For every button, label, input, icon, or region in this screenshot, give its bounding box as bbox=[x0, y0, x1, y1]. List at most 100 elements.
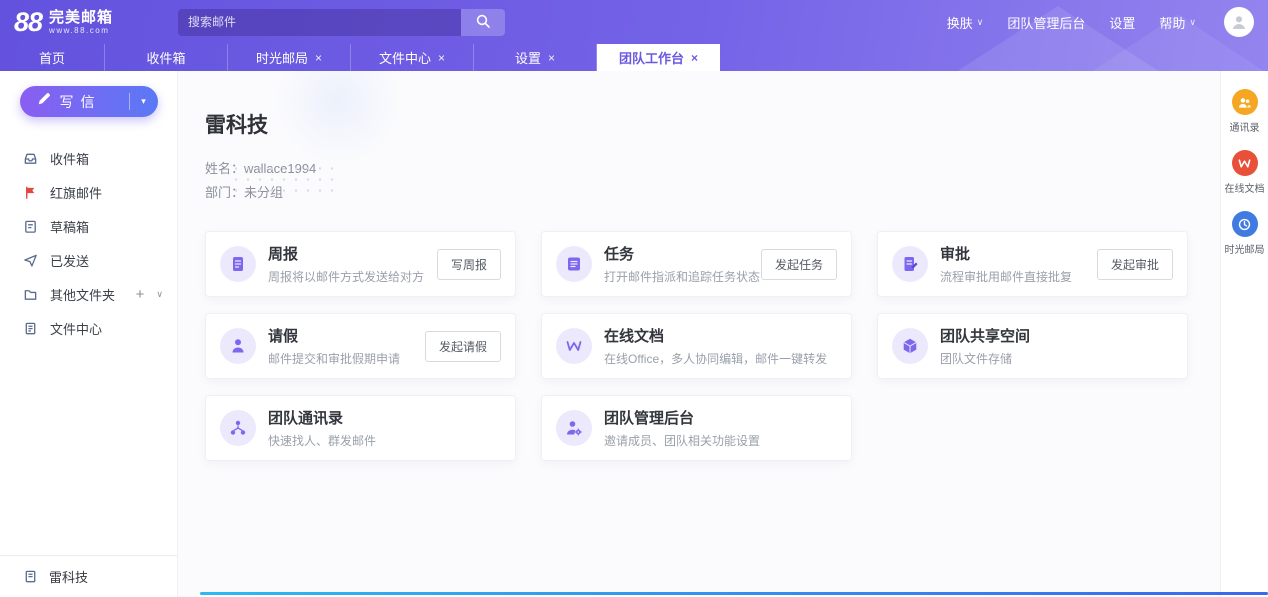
sidebar-item-sent[interactable]: 已发送 bbox=[0, 243, 177, 277]
search-input[interactable] bbox=[178, 8, 461, 36]
close-icon[interactable]: × bbox=[438, 51, 445, 65]
sidebar-item-label: 已发送 bbox=[50, 253, 90, 269]
tab-time-mail[interactable]: 时光邮局 × bbox=[228, 44, 351, 71]
horizontal-scrollbar[interactable] bbox=[200, 592, 1268, 595]
compose-button[interactable]: 写信 ▾ bbox=[19, 86, 158, 117]
mail-app-window: 88 完美邮箱 www.88.com 换肤 ∨ bbox=[0, 0, 1268, 597]
top-bars: 88 完美邮箱 www.88.com 换肤 ∨ bbox=[0, 0, 1268, 71]
dept-value: 未分组 bbox=[244, 185, 284, 200]
card-title: 审批 bbox=[940, 246, 971, 263]
help-menu[interactable]: 帮助 ∨ bbox=[1159, 13, 1196, 32]
sidebar-item-flagged[interactable]: 红旗邮件 bbox=[0, 175, 177, 209]
card-approval[interactable]: 审批 流程审批用邮件直接批复 发起审批 bbox=[877, 231, 1188, 297]
approval-icon bbox=[892, 246, 928, 282]
rail-item-time-mail[interactable]: 时光邮局 bbox=[1225, 211, 1265, 256]
rail-label: 在线文档 bbox=[1224, 184, 1265, 195]
card-team-contacts[interactable]: 团队通讯录 快速找人、群发邮件 bbox=[205, 395, 516, 461]
card-title: 请假 bbox=[268, 328, 299, 345]
tab-home[interactable]: 首页 bbox=[0, 44, 105, 71]
tab-team-workspace[interactable]: 团队工作台 × bbox=[597, 44, 720, 71]
close-icon[interactable]: × bbox=[315, 51, 322, 65]
sidebar-item-label: 文件中心 bbox=[50, 321, 103, 337]
card-online-docs[interactable]: 在线文档 在线Office，多人协同编辑，邮件一键转发 bbox=[541, 313, 852, 379]
sidebar-team-entry[interactable]: 雷科技 bbox=[0, 555, 177, 597]
write-weekly-report-button[interactable]: 写周报 bbox=[436, 248, 501, 280]
dept-label: 部门： bbox=[205, 185, 245, 200]
chevron-down-icon: ∨ bbox=[976, 16, 984, 27]
close-icon[interactable]: × bbox=[691, 51, 698, 65]
card-title: 团队共享空间 bbox=[940, 328, 1031, 345]
leave-icon bbox=[220, 328, 256, 364]
card-title: 在线文档 bbox=[604, 328, 665, 345]
chevron-down-icon: ∨ bbox=[1189, 16, 1196, 27]
card-desc: 邀请成员、团队相关功能设置 bbox=[604, 434, 761, 448]
file-center-icon bbox=[22, 320, 38, 336]
name-value: wallace1994 bbox=[244, 161, 317, 176]
settings-link[interactable]: 设置 bbox=[1109, 13, 1135, 32]
search-icon bbox=[475, 13, 491, 32]
sidebar-item-drafts[interactable]: 草稿箱 bbox=[0, 209, 177, 243]
card-title: 任务 bbox=[604, 246, 635, 263]
team-name-label: 雷科技 bbox=[49, 570, 89, 585]
card-leave[interactable]: 请假 邮件提交和审批假期申请 发起请假 bbox=[205, 313, 516, 379]
compose-label: 写信 bbox=[59, 93, 102, 110]
search-button[interactable] bbox=[461, 8, 505, 36]
card-task[interactable]: 任务 打开邮件指派和追踪任务状态 发起任务 bbox=[541, 231, 852, 297]
user-avatar[interactable] bbox=[1224, 7, 1254, 37]
person-icon bbox=[1232, 16, 1246, 29]
card-weekly-report[interactable]: 周报 周报将以邮件方式发送给对方 写周报 bbox=[205, 231, 516, 297]
logo-88-mark: 88 bbox=[14, 6, 43, 37]
sidebar-item-inbox[interactable]: 收件箱 bbox=[0, 141, 177, 175]
close-icon[interactable]: × bbox=[548, 51, 555, 65]
tab-label: 首页 bbox=[38, 51, 65, 66]
card-desc: 邮件提交和审批假期申请 bbox=[268, 352, 401, 366]
card-desc: 打开邮件指派和追踪任务状态 bbox=[604, 270, 761, 284]
compose-dropdown-button[interactable]: ▾ bbox=[128, 93, 158, 110]
tab-label: 时光邮局 bbox=[255, 51, 308, 66]
time-mail-icon bbox=[1231, 211, 1258, 237]
team-admin-link[interactable]: 团队管理后台 bbox=[1007, 13, 1085, 32]
chevron-down-icon[interactable]: ∨ bbox=[156, 289, 163, 300]
card-desc: 团队文件存储 bbox=[940, 352, 1013, 366]
tab-inbox[interactable]: 收件箱 bbox=[105, 44, 228, 71]
tab-label: 团队工作台 bbox=[618, 51, 684, 66]
online-doc-icon bbox=[1231, 150, 1258, 176]
start-leave-button[interactable]: 发起请假 bbox=[424, 330, 501, 362]
skin-menu-label: 换肤 bbox=[946, 15, 973, 31]
sidebar-item-other-folders[interactable]: 其他文件夹 + ∨ bbox=[0, 277, 177, 311]
app-header: 88 完美邮箱 www.88.com 换肤 ∨ bbox=[0, 0, 1268, 44]
page-title: 雷科技 bbox=[205, 114, 268, 137]
tab-settings[interactable]: 设置 × bbox=[474, 44, 597, 71]
card-title: 周报 bbox=[268, 246, 299, 263]
mail-search-bar bbox=[178, 8, 505, 36]
tab-file-center[interactable]: 文件中心 × bbox=[351, 44, 474, 71]
feature-card-grid: 周报 周报将以邮件方式发送给对方 写周报 任务 打开邮件指派和追踪任务状态 发起… bbox=[205, 231, 1220, 461]
main-content: 雷科技 姓名：wallace1994 部门：未分组 周报 周报将以邮件方式发送给… bbox=[178, 71, 1220, 597]
brand-logo[interactable]: 88 完美邮箱 www.88.com bbox=[14, 7, 178, 38]
card-desc: 快速找人、群发邮件 bbox=[268, 434, 377, 448]
team-admin-icon bbox=[556, 410, 592, 446]
inbox-icon bbox=[22, 150, 38, 166]
caret-down-icon: ▾ bbox=[141, 96, 146, 106]
start-task-button[interactable]: 发起任务 bbox=[760, 248, 837, 280]
card-shared-space[interactable]: 团队共享空间 团队文件存储 bbox=[877, 313, 1188, 379]
skin-menu[interactable]: 换肤 ∨ bbox=[947, 13, 984, 32]
header-nav: 换肤 ∨ 团队管理后台 设置 帮助 ∨ bbox=[947, 7, 1254, 37]
rail-item-online-docs[interactable]: 在线文档 bbox=[1225, 150, 1265, 195]
help-label: 帮助 bbox=[1159, 15, 1186, 31]
card-desc: 流程审批用邮件直接批复 bbox=[940, 270, 1073, 284]
start-approval-button[interactable]: 发起审批 bbox=[1096, 248, 1173, 280]
rail-item-contacts[interactable]: 通讯录 bbox=[1230, 89, 1260, 134]
card-team-admin[interactable]: 团队管理后台 邀请成员、团队相关功能设置 bbox=[541, 395, 852, 461]
card-desc: 周报将以邮件方式发送给对方 bbox=[268, 270, 425, 284]
right-rail: 通讯录 在线文档 时光邮局 bbox=[1220, 71, 1268, 597]
settings-label: 设置 bbox=[1109, 15, 1136, 31]
sidebar-item-label: 草稿箱 bbox=[50, 219, 90, 235]
team-contacts-icon bbox=[220, 410, 256, 446]
sidebar-item-label: 其他文件夹 bbox=[50, 287, 116, 303]
tab-label: 设置 bbox=[514, 51, 541, 66]
tab-label: 收件箱 bbox=[146, 51, 186, 66]
add-folder-button[interactable]: + bbox=[136, 286, 145, 303]
folder-icon bbox=[22, 286, 38, 302]
sidebar-item-file-center[interactable]: 文件中心 bbox=[0, 311, 177, 345]
